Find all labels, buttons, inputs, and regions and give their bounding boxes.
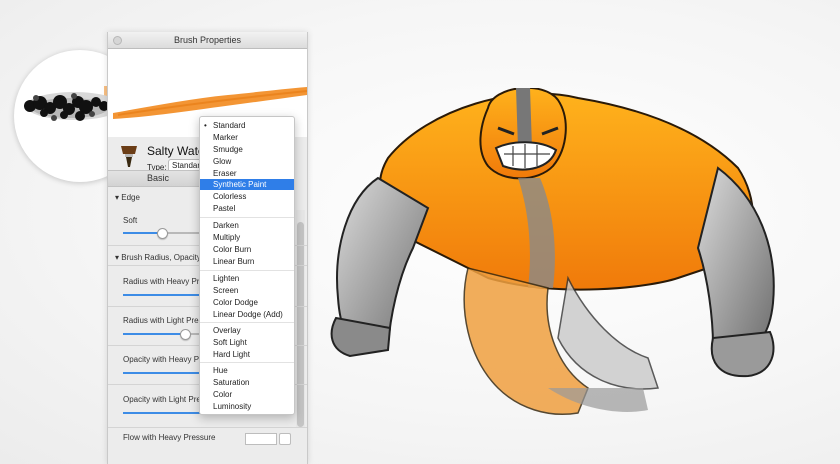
panel-title: Brush Properties	[173, 35, 242, 45]
menu-item-soft-light[interactable]: Soft Light	[200, 337, 294, 348]
menu-item-overlay[interactable]: Overlay	[200, 325, 294, 336]
edge-section-label: Edge	[121, 193, 140, 202]
panel-titlebar[interactable]: Brush Properties	[108, 32, 307, 49]
menu-item-smudge[interactable]: Smudge	[200, 144, 294, 155]
menu-item-color[interactable]: Color	[200, 389, 294, 400]
menu-item-pastel[interactable]: Pastel	[200, 203, 294, 214]
menu-item-marker[interactable]: Marker	[200, 132, 294, 143]
opacity-heavy-slider[interactable]	[123, 372, 211, 374]
radius-heavy-slider[interactable]	[123, 294, 211, 296]
edge-section-header[interactable]: ▾ Edge	[115, 193, 140, 202]
radius-light-slider[interactable]	[123, 329, 211, 340]
menu-item-darken[interactable]: Darken	[200, 220, 294, 231]
soft-slider-knob[interactable]	[157, 228, 168, 239]
menu-item-hard-light[interactable]: Hard Light	[200, 349, 294, 360]
menu-item-saturation[interactable]: Saturation	[200, 377, 294, 388]
flow-heavy-label: Flow with Heavy Pressure	[123, 433, 216, 442]
menu-item-glow[interactable]: Glow	[200, 156, 294, 167]
soft-slider[interactable]	[123, 228, 211, 239]
menu-item-synthetic-paint[interactable]: Synthetic Paint	[200, 179, 294, 190]
tab-basic-label: Basic	[146, 173, 169, 183]
menu-item-lighten[interactable]: Lighten	[200, 273, 294, 284]
menu-item-eraser[interactable]: Eraser	[200, 168, 294, 179]
menu-item-luminosity[interactable]: Luminosity	[200, 401, 294, 412]
checkmark-icon: •	[204, 121, 207, 130]
menu-item-multiply[interactable]: Multiply	[200, 232, 294, 243]
scrollbar-thumb[interactable]	[297, 222, 304, 427]
hero-character-illustration	[330, 88, 775, 415]
radius-light-slider-knob[interactable]	[180, 329, 191, 340]
opacity-light-slider[interactable]	[123, 412, 211, 414]
soft-label: Soft	[123, 216, 138, 225]
close-button[interactable]	[113, 36, 122, 45]
brush-preset-icon	[121, 146, 137, 167]
type-dropdown-menu: • Standard Marker Smudge Glow Eraser Synt…	[199, 116, 295, 415]
flow-heavy-field[interactable]	[245, 433, 277, 445]
flow-heavy-stepper[interactable]	[279, 433, 291, 445]
menu-item-colorless[interactable]: Colorless	[200, 191, 294, 202]
menu-item-standard[interactable]: • Standard	[200, 120, 294, 131]
disclosure-triangle-icon: ▾	[115, 253, 120, 262]
menu-item-hue[interactable]: Hue	[200, 365, 294, 376]
radius-section-label: Brush Radius, Opacity	[121, 253, 201, 262]
tab-basic[interactable]: Basic	[108, 170, 208, 187]
menu-item-color-burn[interactable]: Color Burn	[200, 244, 294, 255]
menu-item-linear-burn[interactable]: Linear Burn	[200, 256, 294, 267]
menu-item-linear-dodge[interactable]: Linear Dodge (Add)	[200, 309, 294, 320]
menu-item-color-dodge[interactable]: Color Dodge	[200, 297, 294, 308]
disclosure-triangle-icon: ▾	[115, 193, 120, 202]
radius-section-header[interactable]: ▾ Brush Radius, Opacity	[115, 253, 201, 262]
menu-item-screen[interactable]: Screen	[200, 285, 294, 296]
